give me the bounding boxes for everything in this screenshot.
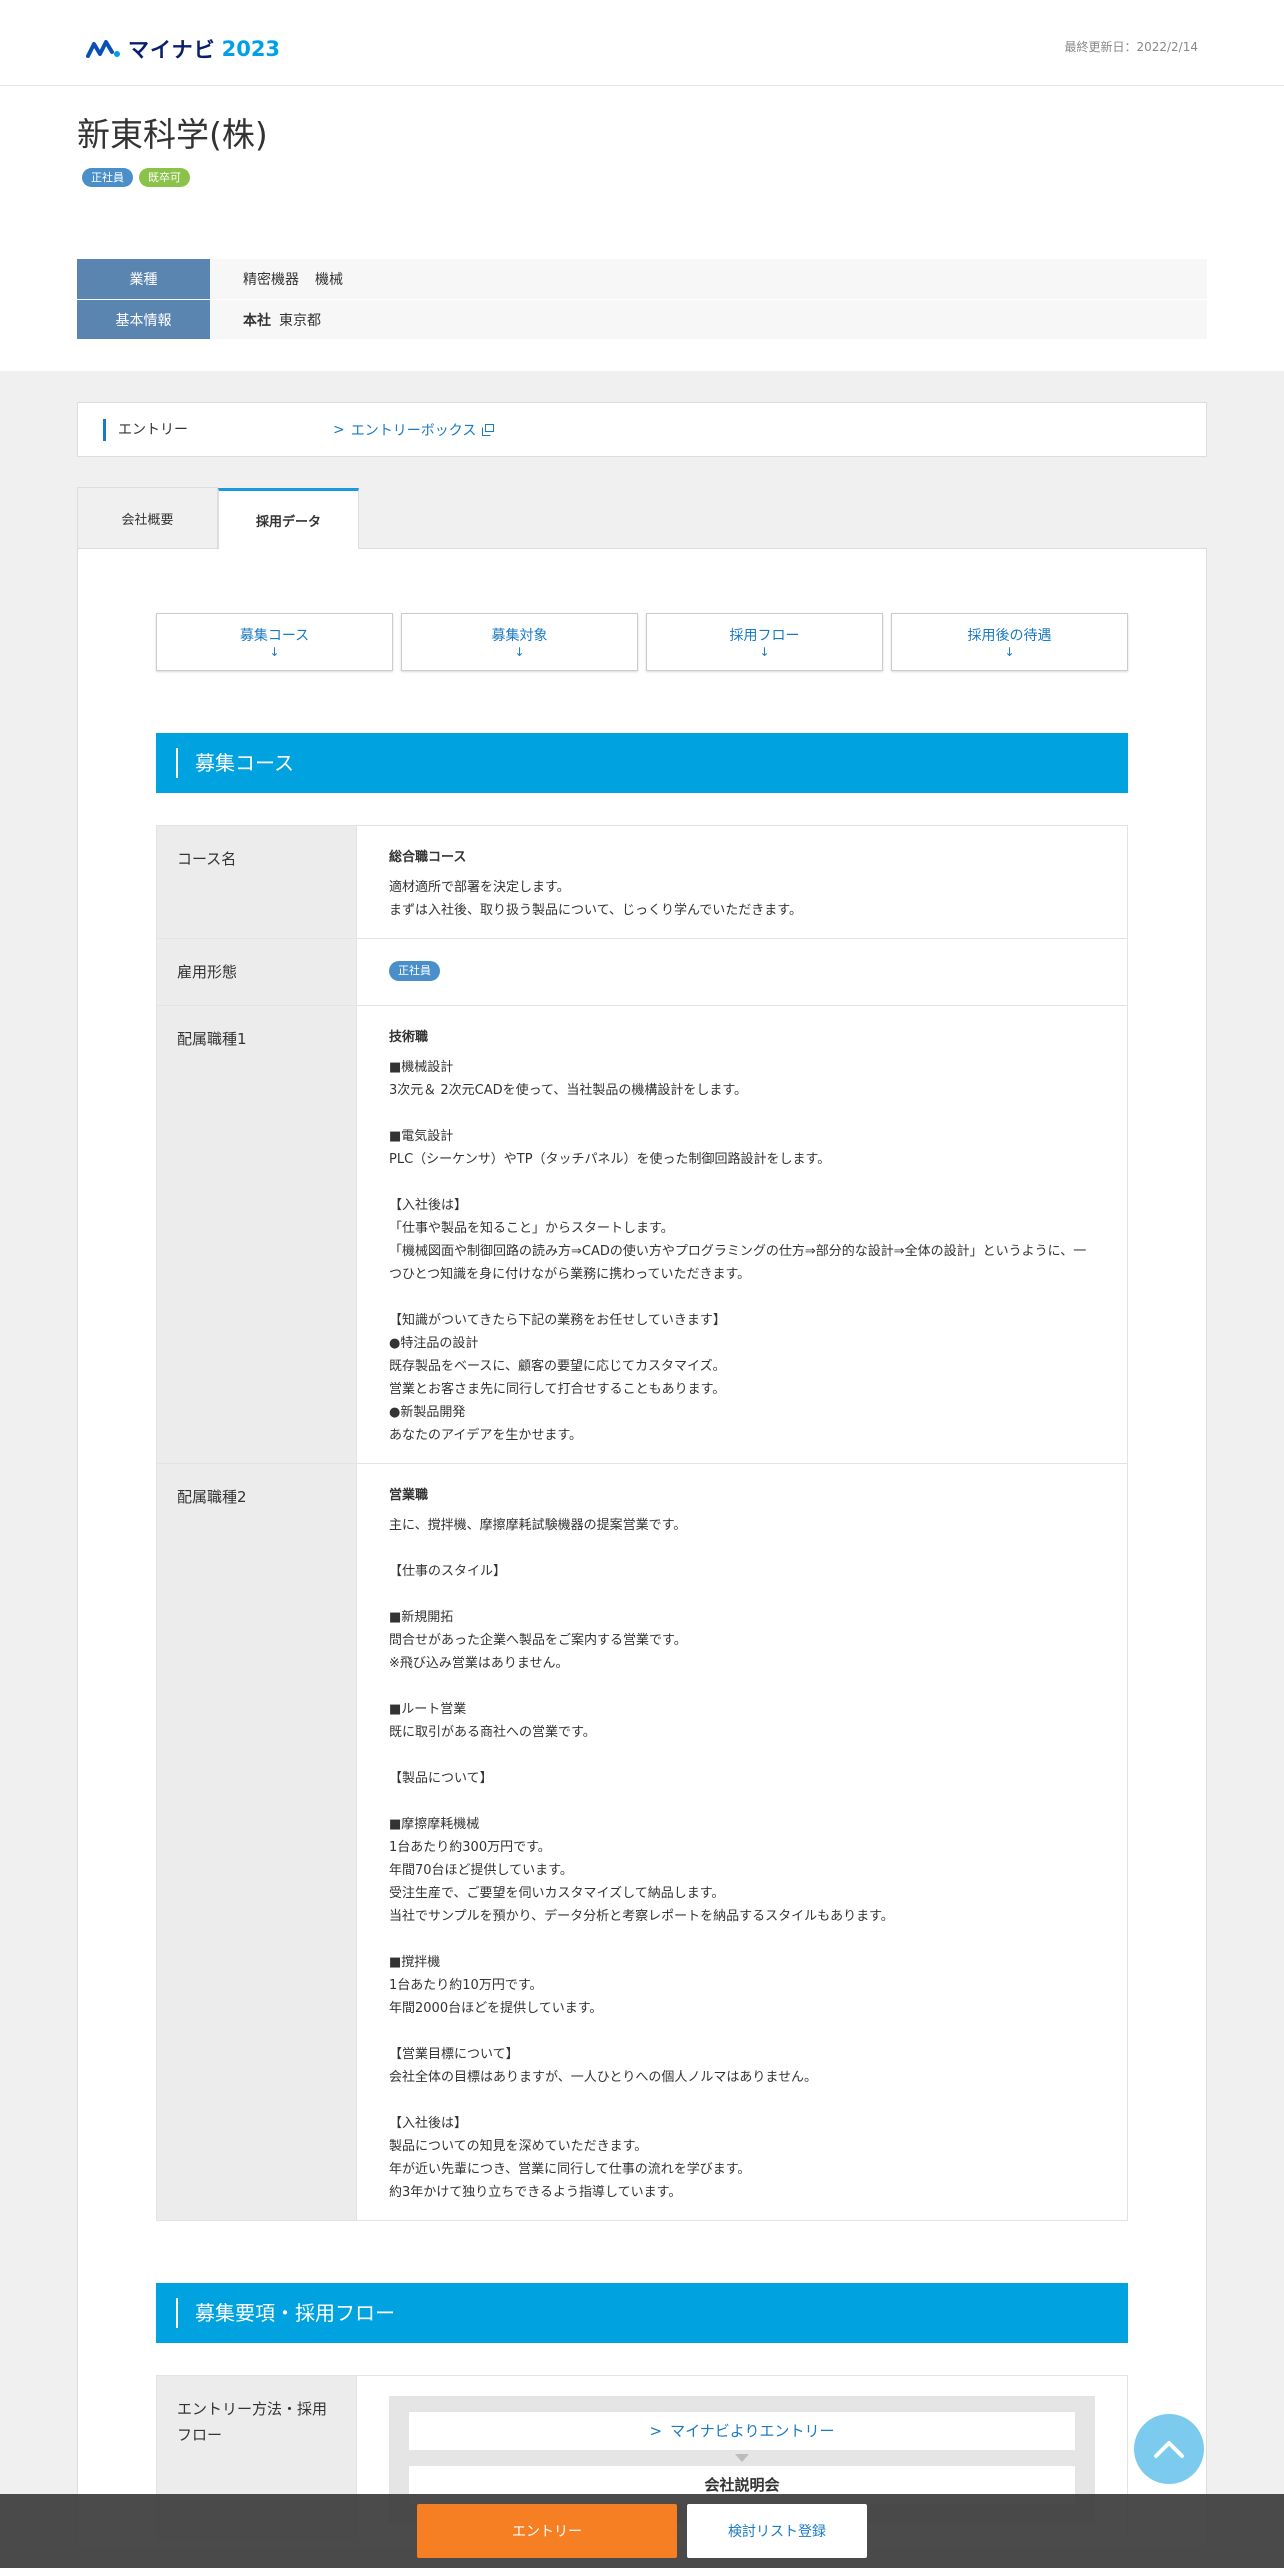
row-heading: 総合職コース [389,850,467,866]
scroll-to-top-button[interactable] [1134,2414,1204,2484]
jump-link-benefits[interactable]: 採用後の待遇 ↓ [891,613,1128,672]
chevron-right-icon: > [649,2421,663,2440]
mynavi-logo[interactable]: マイナビ 2023 [86,34,280,64]
row-value: 正社員 [356,938,1128,1007]
add-to-list-button[interactable]: 検討リスト登録 [687,2504,867,2558]
row-label: コース名 [156,825,357,940]
table-row: 配属職種1 技術職 ■機械設計 3次元＆ 2次元CADを使って、当社製品の機構設… [156,1005,1128,1465]
table-row: 配属職種2 営業職 主に、撹拌機、摩擦摩耗試験機器の提案営業です。 【仕事のスタ… [156,1463,1128,2222]
mynavi-entry-label: マイナビよりエントリー [670,2421,835,2440]
bottom-action-bar: エントリー 検討リスト登録 [0,2494,1284,2568]
jump-link-flow[interactable]: 採用フロー ↓ [646,613,883,672]
row-label: 配属職種1 [156,1005,357,1465]
entry-title: エントリー [103,418,333,441]
basic-info-value: 本社 東京都 [210,300,1207,340]
entry-box-link-label: エントリーボックス [350,422,477,439]
row-value: 技術職 ■機械設計 3次元＆ 2次元CADを使って、当社製品の機構設計をします。… [356,1005,1128,1465]
section-title: 募集要項・採用フロー [176,2298,395,2329]
entry-box-link[interactable]: > エントリーボックス [333,420,495,440]
course-table: コース名 総合職コース 適材適所で部署を決定します。 まずは入社後、取り扱う製品… [156,825,1128,2222]
entry-button[interactable]: エントリー [417,2504,677,2558]
mynavi-entry-link[interactable]: > マイナビよりエントリー [409,2412,1075,2451]
top-header: マイナビ 2023 最終更新日：2022/2/14 [0,0,1284,86]
entry-box: エントリー > エントリーボックス [77,402,1207,458]
industry-item: 機械 [315,272,343,289]
jump-links: 募集コース ↓ 募集対象 ↓ 採用フロー ↓ 採用後の待遇 ↓ [156,613,1128,672]
hq-label: 本社 [243,312,271,329]
company-name: 新東科学(株) [77,115,268,154]
row-label: 配属職種2 [156,1463,357,2222]
jump-link-label: 採用フロー [729,628,800,645]
info-row-basic: 基本情報 本社 東京都 [77,299,1207,340]
logo-mark-icon [86,40,120,58]
section-title: 募集コース [176,748,294,779]
chevron-right-icon: > [333,421,345,438]
logo-text: マイナビ [128,38,216,62]
industry-value: 精密機器 機械 [210,259,1207,300]
chevron-up-icon [1154,2441,1184,2458]
external-window-icon [482,423,495,436]
row-value: 営業職 主に、撹拌機、摩擦摩耗試験機器の提案営業です。 【仕事のスタイル】 ■新… [356,1463,1128,2222]
industry-item: 精密機器 [243,272,299,289]
tab-recruit-data[interactable]: 採用データ [218,488,359,550]
info-row-industry: 業種 精密機器 機械 [77,259,1207,300]
row-body: ■機械設計 3次元＆ 2次元CADを使って、当社製品の機構設計をします。 ■電気… [389,1060,1087,1444]
jump-link-label: 募集コース [239,628,310,645]
row-heading: 技術職 [389,1030,429,1046]
jump-link-target[interactable]: 募集対象 ↓ [401,613,638,672]
employment-badge: 正社員 [389,961,440,982]
basic-info-table: 業種 精密機器 機械 基本情報 本社 東京都 [77,259,1207,340]
company-tags: 正社員 既卒可 [82,168,1207,188]
tag-fulltime: 正社員 [82,168,133,188]
logo-year: 2023 [221,37,281,61]
recruit-data-panel: 募集コース ↓ 募集対象 ↓ 採用フロー ↓ 採用後の待遇 ↓ 募集コース コー… [77,548,1207,2549]
down-arrow-icon: ↓ [759,645,770,660]
section-heading-course: 募集コース [156,733,1128,794]
company-info: 新東科学(株) 正社員 既卒可 業種 精密機器 機械 基本情報 本社 東京都 [0,86,1284,372]
flow-arrow-icon [735,2454,749,2463]
last-updated: 最終更新日：2022/2/14 [1064,40,1198,54]
row-heading: 営業職 [389,1488,429,1504]
down-arrow-icon: ↓ [269,645,280,660]
tab-bar: 会社概要 採用データ [77,487,1207,550]
down-arrow-icon: ↓ [1004,645,1015,660]
tab-company-overview[interactable]: 会社概要 [77,487,218,549]
jump-link-course[interactable]: 募集コース ↓ [156,613,393,672]
row-label: 雇用形態 [156,938,357,1007]
row-body: 適材適所で部署を決定します。 まずは入社後、取り扱う製品について、じっくり学んで… [389,880,803,919]
table-row: 雇用形態 正社員 [156,938,1128,1007]
row-value: 総合職コース 適材適所で部署を決定します。 まずは入社後、取り扱う製品について、… [356,825,1128,940]
industry-label: 業種 [77,259,210,300]
down-arrow-icon: ↓ [514,645,525,660]
main-area: エントリー > エントリーボックス 会社概要 採用データ 募集コース ↓ 募集対… [0,371,1284,2549]
table-row: コース名 総合職コース 適材適所で部署を決定します。 まずは入社後、取り扱う製品… [156,825,1128,940]
tag-graduate-ok: 既卒可 [139,168,190,188]
hq-value: 東京都 [279,312,321,329]
row-body: 主に、撹拌機、摩擦摩耗試験機器の提案営業です。 【仕事のスタイル】 ■新規開拓 … [389,1518,894,2201]
jump-link-label: 採用後の待遇 [967,628,1052,645]
jump-link-label: 募集対象 [491,628,548,645]
basic-info-label: 基本情報 [77,300,210,340]
section-heading-requirements: 募集要項・採用フロー [156,2283,1128,2344]
